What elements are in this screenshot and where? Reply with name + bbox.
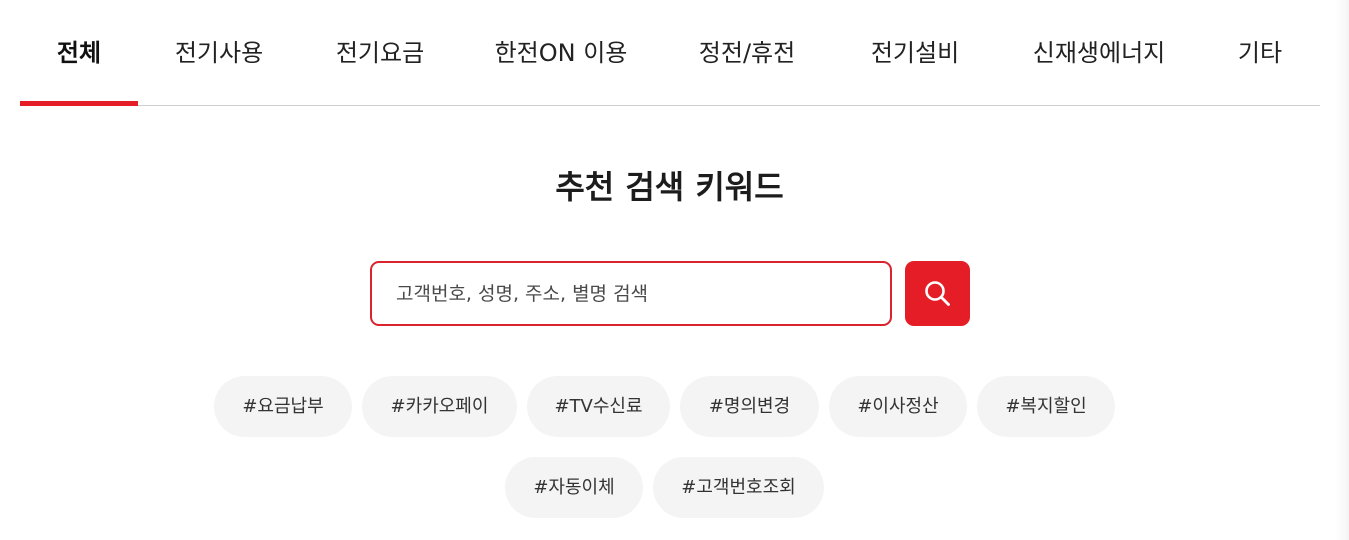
active-tab-indicator [20,101,138,106]
tab-electricity-rates[interactable]: 전기요금 [320,0,440,106]
search-input[interactable] [372,263,890,324]
keyword-chip[interactable]: #요금납부 [214,376,352,437]
keyword-chip[interactable]: #카카오페이 [362,376,517,437]
tab-electricity-usage[interactable]: 전기사용 [159,0,279,106]
tab-kepco-on[interactable]: 한전ON 이용 [481,0,641,106]
tab-outage[interactable]: 정전/휴전 [682,0,812,106]
tab-etc[interactable]: 기타 [1225,0,1295,106]
keyword-chip[interactable]: #자동이체 [505,457,643,518]
keyword-chip[interactable]: #명의변경 [680,376,819,437]
tab-facilities[interactable]: 전기설비 [855,0,975,106]
scroll-edge-shadow [1335,0,1349,540]
page-title: 추천 검색 키워드 [555,168,784,206]
keyword-chip[interactable]: #TV수신료 [527,376,670,437]
search-button[interactable] [905,261,970,326]
search-box [370,261,892,326]
search-icon [925,281,950,306]
tab-renewable-energy[interactable]: 신재생에너지 [1024,0,1174,106]
keyword-chip[interactable]: #고객번호조회 [653,457,824,518]
keyword-chip[interactable]: #이사정산 [829,376,967,437]
keyword-chip[interactable]: #복지할인 [977,376,1115,437]
tab-all[interactable]: 전체 [20,0,138,106]
category-tabs: 전체 전기사용 전기요금 한전ON 이용 정전/휴전 전기설비 신재생에너지 기… [20,0,1320,106]
